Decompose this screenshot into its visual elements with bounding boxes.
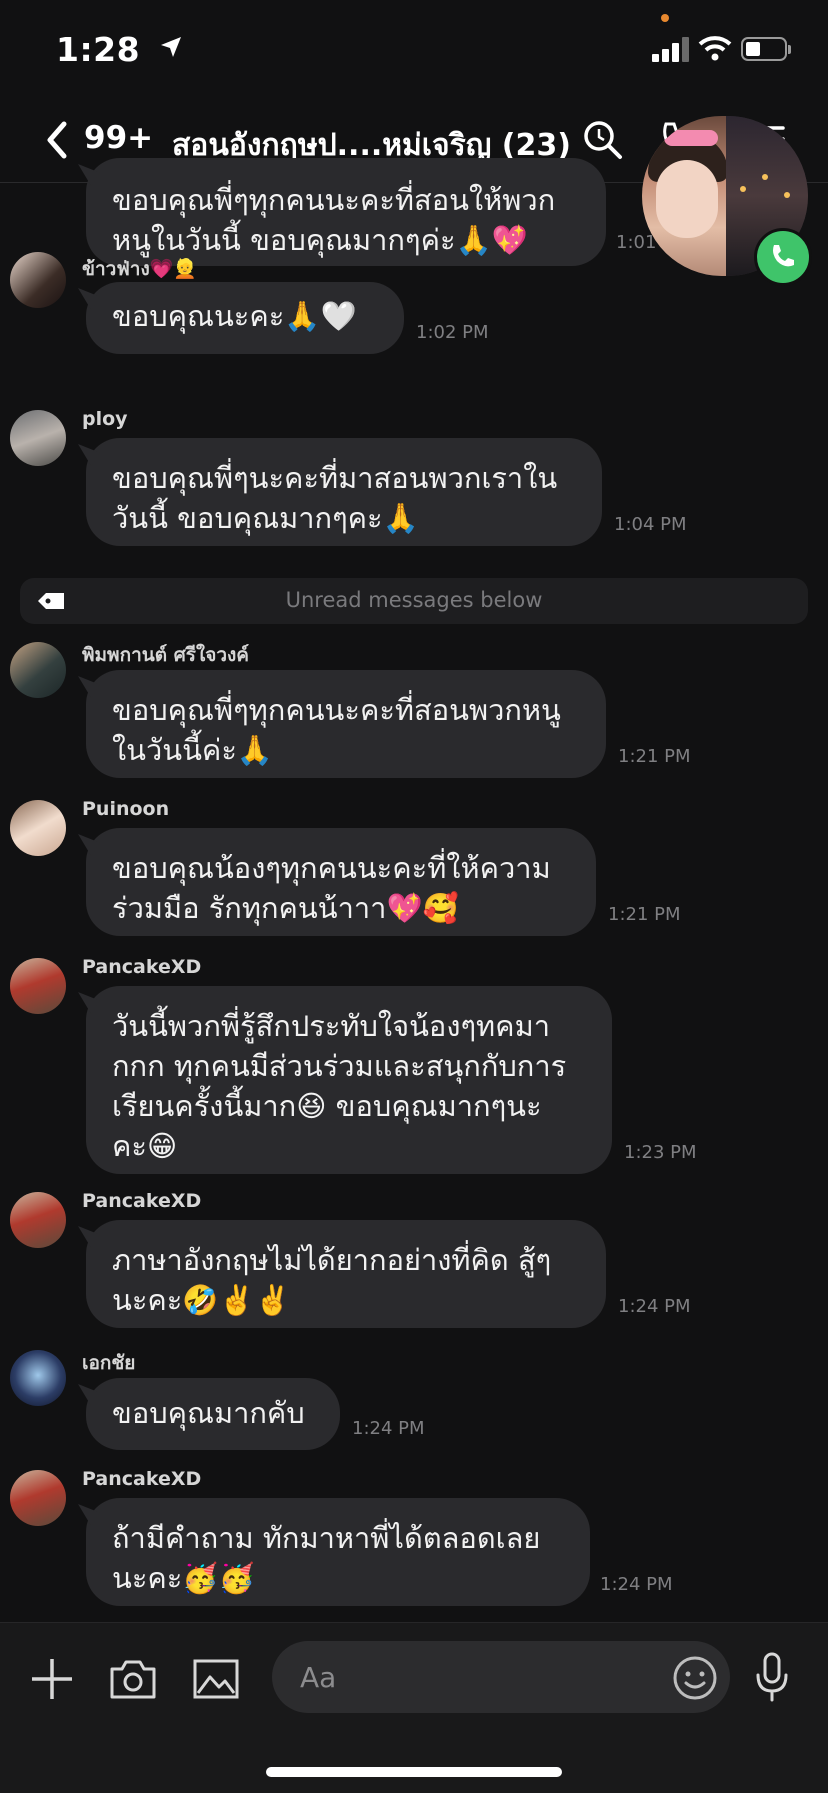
microphone-icon[interactable] bbox=[754, 1651, 790, 1703]
message-timestamp: 1:04 PM bbox=[614, 514, 687, 535]
avatar[interactable] bbox=[10, 1350, 66, 1406]
back-chevron-icon[interactable] bbox=[44, 120, 70, 160]
avatar[interactable] bbox=[10, 252, 66, 308]
avatar[interactable] bbox=[10, 958, 66, 1014]
message-bubble[interactable]: ขอบคุณนะคะ🙏🤍 bbox=[86, 282, 404, 354]
message-input-placeholder: Aa bbox=[300, 1661, 337, 1694]
sender-name: PancakeXD bbox=[82, 956, 202, 978]
camera-icon[interactable] bbox=[108, 1657, 158, 1701]
message-timestamp: 1:21 PM bbox=[608, 904, 681, 925]
message-input[interactable]: Aa bbox=[272, 1641, 730, 1713]
sender-name: เอกชัย bbox=[82, 1352, 136, 1374]
status-bar: 1:28 bbox=[0, 0, 828, 100]
message-list[interactable]: ขอบคุณพี่ๆทุกคนนะคะที่สอนให้พวก หนูในวัน… bbox=[0, 158, 828, 1622]
sender-name: ploy bbox=[82, 408, 128, 430]
emoji-icon[interactable] bbox=[672, 1655, 718, 1701]
message-timestamp: 1:24 PM bbox=[600, 1574, 673, 1595]
message-bubble[interactable]: ขอบคุณมากคับ bbox=[86, 1378, 340, 1450]
status-time: 1:28 bbox=[56, 30, 141, 69]
avatar[interactable] bbox=[10, 800, 66, 856]
location-arrow-icon bbox=[161, 37, 181, 57]
message-bubble[interactable]: ขอบคุณพี่ๆทุกคนนะคะที่สอนให้พวก หนูในวัน… bbox=[86, 158, 606, 266]
sender-name: ข้าวฟ่าง💗👱 bbox=[82, 258, 198, 280]
unread-count[interactable]: 99+ bbox=[84, 120, 153, 156]
cellular-signal-icon bbox=[652, 36, 692, 62]
home-indicator[interactable] bbox=[266, 1767, 562, 1777]
avatar[interactable] bbox=[10, 410, 66, 466]
message-bubble[interactable]: วันนี้พวกพี่รู้สึกประทับใจน้องๆทคมา กกก … bbox=[86, 986, 612, 1174]
image-icon[interactable] bbox=[192, 1657, 240, 1701]
phone-icon[interactable] bbox=[754, 228, 812, 286]
message-bubble[interactable]: ถ้ามีคำถาม ทักมาหาพี่ได้ตลอดเลย นะคะ🥳🥳 bbox=[86, 1498, 590, 1606]
message-timestamp: 1:21 PM bbox=[618, 746, 691, 767]
message-bubble[interactable]: ขอบคุณพี่ๆนะคะที่มาสอนพวกเราใน วันนี้ ขอ… bbox=[86, 438, 602, 546]
message-timestamp: 1:24 PM bbox=[352, 1418, 425, 1439]
message-bubble[interactable]: ขอบคุณพี่ๆทุกคนนะคะที่สอนพวกหนู ในวันนี้… bbox=[86, 670, 606, 778]
sender-name: Puinoon bbox=[82, 798, 170, 820]
sender-name: PancakeXD bbox=[82, 1468, 202, 1490]
caller-video bbox=[642, 116, 728, 276]
search-icon[interactable] bbox=[582, 119, 624, 161]
sender-name: พิมพกานต์ ศรีใจวงค์ bbox=[82, 644, 250, 666]
sender-name: PancakeXD bbox=[82, 1190, 202, 1212]
wifi-icon bbox=[698, 36, 732, 61]
avatar[interactable] bbox=[10, 1470, 66, 1526]
message-input-bar: Aa bbox=[0, 1622, 828, 1793]
message-timestamp: 1:24 PM bbox=[618, 1296, 691, 1317]
unread-divider-label: Unread messages below bbox=[285, 588, 543, 612]
avatar[interactable] bbox=[10, 1192, 66, 1248]
avatar[interactable] bbox=[10, 642, 66, 698]
message-timestamp: 1:02 PM bbox=[416, 322, 489, 343]
unread-divider: Unread messages below bbox=[20, 578, 808, 624]
message-timestamp: 1:23 PM bbox=[624, 1142, 697, 1163]
message-bubble[interactable]: ภาษาอังกฤษไม่ได้ยากอย่างที่คิด สู้ๆ นะคะ… bbox=[86, 1220, 606, 1328]
battery-icon bbox=[741, 37, 791, 61]
plus-icon[interactable] bbox=[30, 1657, 74, 1701]
message-bubble[interactable]: ขอบคุณน้องๆทุกคนนะคะที่ให้ความ ร่วมมือ ร… bbox=[86, 828, 596, 936]
privacy-indicator bbox=[661, 14, 669, 22]
